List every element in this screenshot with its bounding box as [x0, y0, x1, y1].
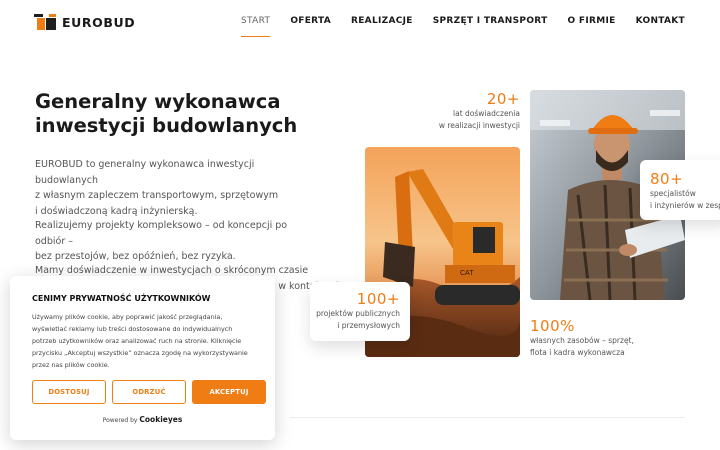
stat-specialists-label-1: specjalistów	[650, 189, 696, 198]
hero-title-line-1: Generalny wykonawca	[35, 90, 281, 113]
hero-p1-line: i doświadczoną kadrą inżynierską.	[35, 205, 198, 217]
stat-years-value: 20+	[486, 90, 520, 108]
hero-p3-line: Mamy doświadczenie w inwestycjach o skró…	[35, 265, 309, 276]
cookie-text-line: przycisku „Akceptuj wszystkie” oznacza z…	[32, 349, 248, 358]
stat-projects-label-1: projektów publicznych	[316, 309, 400, 318]
stat-projects-value: 100+	[356, 290, 400, 308]
hero-p2-line: bez przestojów, bez opóźnień, bez ryzyka…	[35, 251, 236, 262]
svg-text:CAT: CAT	[460, 270, 474, 277]
cookie-text-line: Używamy plików cookie, aby poprawić jako…	[32, 313, 223, 321]
main-nav: START OFERTA REALIZACJE SPRZĘT I TRANSPO…	[241, 16, 685, 37]
cookie-customize-button[interactable]: DOSTOSUJ	[32, 380, 106, 404]
hero-p1-line: EUROBUD to generalny wykonawca inwestycj…	[35, 159, 255, 186]
stat-specialists-card: 80+ specjalistów i inżynierów w zespole	[640, 160, 720, 220]
logo-text: EUROBUD	[62, 14, 136, 30]
stat-own-value: 100%	[530, 317, 575, 335]
cookie-consent-banner: CENIMY PRYWATNOŚĆ UŻYTKOWNIKÓW Używamy p…	[10, 276, 275, 440]
cookie-text-line: przez nas plików cookie.	[32, 361, 110, 370]
stat-specialists-label-2: i inżynierów w zespole	[650, 200, 720, 210]
stat-own-resources: 100% własnych zasobów – sprzęt, flota i …	[530, 317, 634, 358]
nav-item-kontakt[interactable]: KONTAKT	[636, 16, 685, 26]
logo-mark-icon	[34, 14, 56, 30]
nav-item-start[interactable]: START	[241, 16, 271, 37]
stat-own-label-1: własnych zasobów – sprzęt,	[530, 336, 634, 345]
cookie-buttons: DOSTOSUJ ODRZUĆ AKCEPTUJ	[32, 380, 266, 404]
nav-item-oferta[interactable]: OFERTA	[290, 16, 331, 26]
cookie-text-line: wyświetlać reklamy lub treści dostosowan…	[32, 325, 233, 334]
nav-item-realizacje[interactable]: REALIZACJE	[351, 16, 413, 26]
stat-own-label-2: flota i kadra wykonawcza	[530, 347, 625, 357]
section-divider	[290, 417, 685, 418]
hero-title: Generalny wykonawca inwestycji budowlany…	[35, 90, 335, 138]
stat-years-label-1: lat doświadczenia	[453, 109, 520, 118]
hero-p2-line: Realizujemy projekty kompleksowo – od ko…	[35, 220, 288, 247]
stat-specialists-value: 80+	[650, 170, 684, 188]
stat-projects-label-2: i przemysłowych	[337, 320, 400, 330]
hero-paragraph-2: Realizujemy projekty kompleksowo – od ko…	[35, 218, 310, 265]
cookie-text: Używamy plików cookie, aby poprawić jako…	[32, 311, 253, 371]
hero-p1-line: z własnym zapleczem transportowym, sprzę…	[35, 190, 279, 201]
stat-years: 20+ lat doświadczenia w realizacji inwes…	[439, 90, 520, 131]
hero-title-line-2: inwestycji budowlanych	[35, 114, 298, 137]
cookie-text-line: potrzeb użytkowników oraz analizować ruc…	[32, 337, 242, 346]
cookieyes-logo: Cookieyes	[139, 415, 183, 424]
cookie-accept-button[interactable]: AKCEPTUJ	[192, 380, 266, 404]
stat-years-label-2: w realizacji inwestycji	[438, 120, 520, 130]
stat-projects-card: 100+ projektów publicznych i przemysłowy…	[310, 282, 410, 341]
logo[interactable]: EUROBUD	[34, 14, 135, 30]
cookie-reject-button[interactable]: ODRZUĆ	[112, 380, 186, 404]
cookie-powered-by[interactable]: Powered by Cookieyes	[10, 415, 275, 424]
powered-by-prefix: Powered by	[102, 417, 138, 424]
hero-paragraph-1: EUROBUD to generalny wykonawca inwestycj…	[35, 157, 310, 219]
nav-item-o-firmie[interactable]: O FIRMIE	[568, 16, 616, 26]
nav-item-sprzet[interactable]: SPRZĘT I TRANSPORT	[433, 16, 548, 26]
cookie-title: CENIMY PRYWATNOŚĆ UŻYTKOWNIKÓW	[32, 294, 211, 303]
